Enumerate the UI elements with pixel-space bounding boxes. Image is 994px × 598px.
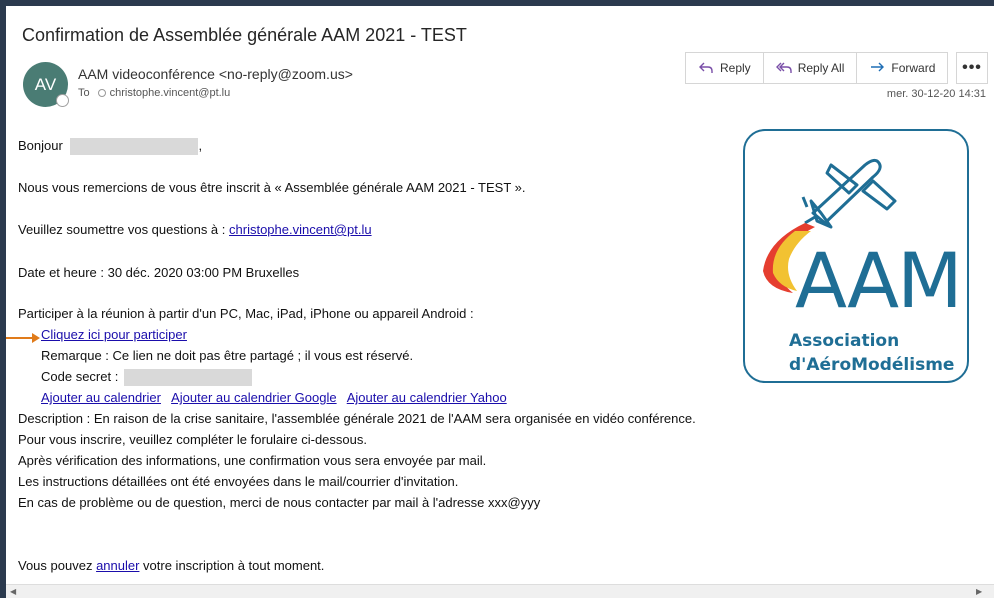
- presence-status-icon: [56, 94, 69, 107]
- to-label: To: [78, 87, 90, 99]
- join-intro: Participer à la réunion à partir d'un PC…: [18, 306, 474, 321]
- cancel-registration-link[interactable]: annuler: [96, 558, 139, 573]
- scroll-right-icon[interactable]: ▶: [976, 587, 986, 597]
- scroll-left-icon[interactable]: ◀: [10, 587, 20, 597]
- cancel-line: Vous pouvez annuler votre inscription à …: [18, 558, 324, 573]
- reply-all-icon: [775, 62, 792, 73]
- email-reading-pane: Confirmation de Assemblée générale AAM 2…: [6, 6, 994, 598]
- recipient-line: To christophe.vincent@pt.lu: [78, 87, 230, 99]
- calendar-links: Ajouter au calendrier Ajouter au calendr…: [41, 390, 507, 405]
- questions-prefix: Veuillez soumettre vos questions à :: [18, 222, 230, 237]
- logo-letters: AAM: [795, 236, 963, 325]
- cancel-prefix: Vous pouvez: [18, 558, 97, 573]
- reply-icon: [699, 62, 713, 73]
- greeting-line: Bonjour ,: [18, 138, 203, 156]
- aam-logo: AAM Association d'AéroModélisme: [743, 129, 969, 383]
- horizontal-scrollbar[interactable]: ◀ ▶: [6, 584, 994, 598]
- reply-label: Reply: [720, 61, 751, 75]
- email-subject: Confirmation de Assemblée générale AAM 2…: [22, 25, 467, 45]
- forward-button[interactable]: Forward: [857, 53, 947, 83]
- questions-email-link[interactable]: christophe.vincent@pt.lu: [229, 222, 372, 237]
- cancel-suffix: votre inscription à tout moment.: [139, 558, 325, 573]
- redacted-secret: [123, 369, 252, 387]
- logo-line-2: d'AéroModélisme: [789, 355, 955, 375]
- questions-line: Veuillez soumettre vos questions à : chr…: [18, 222, 372, 237]
- secret-line: Code secret :: [41, 369, 252, 387]
- forward-label: Forward: [891, 61, 936, 75]
- reply-all-button[interactable]: Reply All: [764, 53, 858, 83]
- recipient-address[interactable]: christophe.vincent@pt.lu: [110, 87, 231, 99]
- recipient-presence-icon: [97, 89, 106, 97]
- reply-all-label: Reply All: [797, 61, 845, 75]
- instruction-line-4: En cas de problème ou de question, merci…: [18, 495, 541, 510]
- arrow-pointer-icon: [6, 333, 40, 343]
- datetime-line: Date et heure : 30 déc. 2020 03:00 PM Br…: [18, 265, 300, 280]
- instruction-line-1: Pour vous inscrire, veuillez compléter l…: [18, 432, 367, 447]
- description-line: Description : En raison de la crise sani…: [18, 411, 696, 426]
- add-google-calendar-link[interactable]: Ajouter au calendrier Google: [171, 390, 337, 405]
- received-date: mer. 30-12-20 14:31: [886, 88, 986, 100]
- thanks-line: Nous vous remercions de vous être inscri…: [18, 180, 526, 195]
- message-actions: Reply Reply All Forward: [685, 52, 949, 84]
- reply-button[interactable]: Reply: [686, 53, 764, 83]
- join-link-line: Cliquez ici pour participer: [41, 327, 187, 342]
- add-yahoo-calendar-link[interactable]: Ajouter au calendrier Yahoo: [347, 390, 507, 405]
- greeting-comma: ,: [198, 138, 203, 153]
- instruction-line-2: Après vérification des informations, une…: [18, 453, 487, 468]
- add-calendar-link[interactable]: Ajouter au calendrier: [41, 390, 161, 405]
- sender[interactable]: AAM videoconférence <no-reply@zoom.us>: [78, 66, 353, 82]
- remark-line: Remarque : Ce lien ne doit pas être part…: [41, 348, 414, 363]
- forward-icon: [871, 62, 885, 72]
- more-actions-button[interactable]: •••: [956, 52, 988, 84]
- greeting: Bonjour: [18, 138, 63, 153]
- redacted-name: [70, 138, 199, 156]
- secret-label: Code secret :: [41, 369, 119, 384]
- instruction-line-3: Les instructions détaillées ont été envo…: [18, 474, 459, 489]
- logo-line-1: Association: [789, 331, 900, 351]
- join-meeting-link[interactable]: Cliquez ici pour participer: [41, 327, 187, 342]
